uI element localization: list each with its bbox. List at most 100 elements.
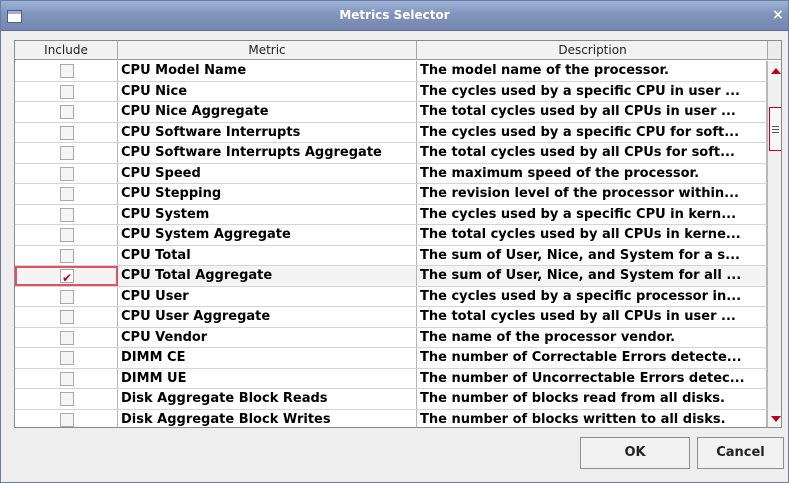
include-checkbox[interactable] bbox=[60, 228, 74, 242]
metric-name-cell: CPU Software Interrupts bbox=[118, 122, 417, 142]
table-row[interactable]: CPU Nice Aggregate The total cycles used … bbox=[15, 102, 767, 123]
include-cell bbox=[15, 122, 118, 142]
metric-description-cell: The sum of User, Nice, and System for a … bbox=[417, 245, 767, 265]
table-row[interactable]: CPU System The cycles used by a specific … bbox=[15, 204, 767, 225]
metric-name-cell: CPU System bbox=[118, 204, 417, 224]
include-checkbox[interactable] bbox=[60, 330, 74, 345]
metric-description-cell: The maximum speed of the processor. bbox=[417, 163, 767, 183]
include-cell bbox=[15, 61, 118, 81]
metrics-selector-dialog: Metrics Selector × Include Metric Descri… bbox=[0, 0, 789, 483]
metric-description-cell: The sum of User, Nice, and System for al… bbox=[417, 266, 767, 286]
column-header-include[interactable]: Include bbox=[15, 41, 118, 60]
include-checkbox[interactable] bbox=[60, 392, 74, 406]
table-row[interactable]: CPU Software Interrupts Aggregate The tot… bbox=[15, 143, 767, 164]
table-row[interactable]: CPU User The cycles used by a specific pr… bbox=[15, 286, 767, 307]
table-row[interactable]: CPU Vendor The name of the processor vend… bbox=[15, 327, 767, 348]
close-icon[interactable]: × bbox=[771, 7, 785, 23]
table-row[interactable]: DIMM UE The number of Uncorrectable Error… bbox=[15, 368, 767, 389]
metric-description-cell: The number of blocks read from all disks… bbox=[417, 389, 767, 409]
table-row[interactable]: CPU Model Name The model name of the proc… bbox=[15, 61, 767, 82]
column-header-description[interactable]: Description bbox=[417, 41, 769, 60]
include-checkbox[interactable]: ✔ bbox=[60, 269, 74, 285]
metric-name-cell: CPU User bbox=[118, 286, 417, 306]
metric-description-cell: The number of Correctable Errors detecte… bbox=[417, 348, 767, 368]
table-row[interactable]: ✔ CPU Total Aggregate The sum of User, Nic… bbox=[15, 266, 767, 287]
include-cell bbox=[15, 245, 118, 265]
column-header-metric[interactable]: Metric bbox=[118, 41, 417, 60]
metric-description-cell: The total cycles used by all CPUs in use… bbox=[417, 102, 767, 122]
metric-description-cell: The total cycles used by all CPUs for so… bbox=[417, 143, 767, 163]
metric-description-cell: The cycles used by a specific CPU in ker… bbox=[417, 204, 767, 224]
metric-description-cell: The model name of the processor. bbox=[417, 61, 767, 81]
table-row[interactable]: CPU Software Interrupts The cycles used b… bbox=[15, 122, 767, 143]
include-cell bbox=[15, 389, 118, 409]
metric-name-cell: CPU Nice Aggregate bbox=[118, 102, 417, 122]
metric-description-cell: The name of the processor vendor. bbox=[417, 327, 767, 347]
table-row[interactable]: CPU Stepping The revision level of the pr… bbox=[15, 184, 767, 205]
table-row[interactable]: CPU Nice The cycles used by a specific CP… bbox=[15, 81, 767, 102]
metric-description-cell: The total cycles used by all CPUs in ker… bbox=[417, 225, 767, 245]
include-cell bbox=[15, 286, 118, 306]
include-checkbox[interactable] bbox=[60, 146, 74, 160]
include-checkbox[interactable] bbox=[60, 187, 74, 201]
table-row[interactable]: Disk Aggregate Block Writes The number of… bbox=[15, 409, 767, 427]
include-cell bbox=[15, 143, 118, 163]
include-checkbox[interactable] bbox=[60, 351, 74, 365]
table-body: CPU Model Name The model name of the proc… bbox=[15, 61, 767, 427]
cancel-button[interactable]: Cancel bbox=[697, 437, 784, 469]
include-cell bbox=[15, 81, 118, 101]
table-row[interactable]: CPU User Aggregate The total cycles used … bbox=[15, 307, 767, 328]
metric-description-cell: The cycles used by a specific processor … bbox=[417, 286, 767, 306]
include-cell bbox=[15, 409, 118, 427]
table-header: Include Metric Description bbox=[15, 41, 769, 60]
include-cell bbox=[15, 184, 118, 204]
metric-name-cell: CPU Speed bbox=[118, 163, 417, 183]
metric-name-cell: Disk Aggregate Block Reads bbox=[118, 389, 417, 409]
include-checkbox[interactable] bbox=[60, 371, 74, 386]
include-checkbox[interactable] bbox=[60, 105, 74, 119]
grip-icon bbox=[772, 126, 779, 133]
include-checkbox[interactable] bbox=[60, 412, 74, 427]
table-row[interactable]: CPU Speed The maximum speed of the proces… bbox=[15, 163, 767, 184]
include-cell bbox=[15, 307, 118, 327]
include-cell bbox=[15, 327, 118, 347]
metric-name-cell: CPU Software Interrupts Aggregate bbox=[118, 143, 417, 163]
include-checkbox[interactable] bbox=[60, 207, 74, 222]
table-row[interactable]: CPU Total The sum of User, Nice, and Syst… bbox=[15, 245, 767, 266]
metric-name-cell: CPU Vendor bbox=[118, 327, 417, 347]
scroll-down-arrow-icon[interactable] bbox=[768, 411, 781, 427]
metric-name-cell: Disk Aggregate Block Writes bbox=[118, 409, 417, 427]
include-cell: ✔ bbox=[15, 266, 118, 286]
include-cell bbox=[15, 368, 118, 388]
include-cell bbox=[15, 225, 118, 245]
metric-description-cell: The revision level of the processor with… bbox=[417, 184, 767, 204]
include-checkbox[interactable] bbox=[60, 310, 74, 324]
metric-name-cell: CPU Nice bbox=[118, 81, 417, 101]
include-checkbox[interactable] bbox=[60, 84, 74, 99]
checkmark-icon: ✔ bbox=[62, 271, 73, 285]
metric-description-cell: The number of blocks written to all disk… bbox=[417, 409, 767, 427]
metric-name-cell: CPU Total Aggregate bbox=[118, 266, 417, 286]
include-checkbox[interactable] bbox=[60, 64, 74, 78]
metric-name-cell: CPU Stepping bbox=[118, 184, 417, 204]
scrollbar-thumb[interactable] bbox=[769, 107, 781, 151]
metric-name-cell: CPU User Aggregate bbox=[118, 307, 417, 327]
title-bar[interactable]: Metrics Selector × bbox=[1, 1, 788, 31]
vertical-scrollbar[interactable] bbox=[767, 61, 781, 427]
include-cell bbox=[15, 204, 118, 224]
table-row[interactable]: DIMM CE The number of Correctable Errors … bbox=[15, 348, 767, 369]
metric-name-cell: CPU Model Name bbox=[118, 61, 417, 81]
include-checkbox[interactable] bbox=[60, 166, 74, 181]
include-checkbox[interactable] bbox=[60, 289, 74, 304]
include-cell bbox=[15, 102, 118, 122]
table-row[interactable]: Disk Aggregate Block Reads The number of … bbox=[15, 389, 767, 410]
include-checkbox[interactable] bbox=[60, 248, 74, 263]
table-row[interactable]: CPU System Aggregate The total cycles use… bbox=[15, 225, 767, 246]
ok-button[interactable]: OK bbox=[580, 437, 690, 469]
metric-name-cell: CPU System Aggregate bbox=[118, 225, 417, 245]
metric-name-cell: DIMM UE bbox=[118, 368, 417, 388]
dialog-title: Metrics Selector bbox=[339, 8, 450, 22]
include-cell bbox=[15, 348, 118, 368]
include-checkbox[interactable] bbox=[60, 125, 74, 140]
scroll-up-arrow-icon[interactable] bbox=[768, 63, 781, 79]
